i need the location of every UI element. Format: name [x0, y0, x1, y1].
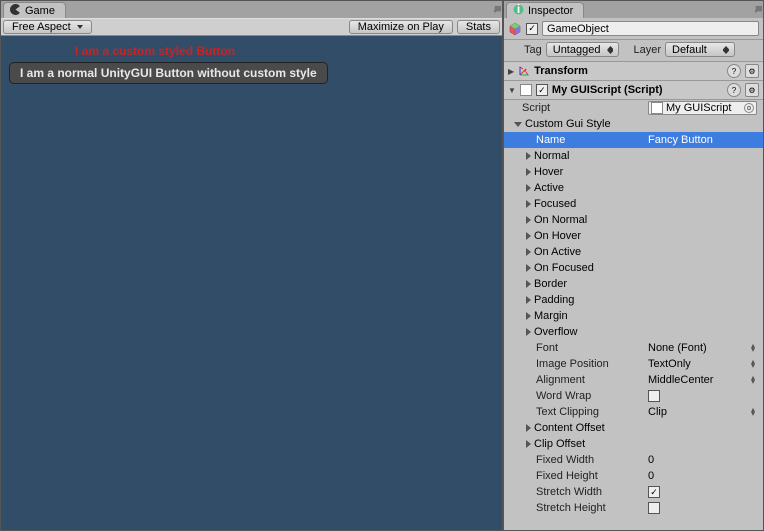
state-foldout-normal[interactable]: Normal [504, 148, 763, 164]
stepper-icon[interactable]: ▴▾ [749, 408, 757, 416]
layer-label: Layer [633, 44, 661, 56]
game-tab-label: Game [25, 5, 55, 17]
foldout-icon: ▼ [508, 86, 516, 95]
foldout-icon [526, 424, 531, 432]
state-foldout-active[interactable]: Active [504, 180, 763, 196]
foldout-icon [526, 296, 531, 304]
tag-label: Tag [524, 44, 542, 56]
foldout-icon [526, 200, 531, 208]
tag-dropdown[interactable]: Untagged [546, 42, 620, 57]
gameobject-icon [508, 22, 522, 36]
font-value[interactable]: None (Font) [648, 342, 749, 354]
state-foldout-overflow[interactable]: Overflow [504, 324, 763, 340]
foldout-icon [526, 280, 531, 288]
script-title: My GUIScript (Script) [552, 84, 723, 96]
state-foldout-border[interactable]: Border [504, 276, 763, 292]
alignment-value[interactable]: MiddleCenter [648, 374, 749, 386]
stretch-height-checkbox[interactable] [648, 502, 660, 514]
foldout-icon [526, 440, 531, 448]
image-position-value[interactable]: TextOnly [648, 358, 749, 370]
content-offset-foldout[interactable]: Content Offset [504, 420, 763, 436]
gear-icon[interactable]: ⚙ [745, 64, 759, 78]
foldout-icon [526, 312, 531, 320]
stats-button[interactable]: Stats [457, 20, 500, 34]
inspector-tab-label: Inspector [528, 5, 573, 17]
svg-text:i: i [517, 4, 520, 15]
fixed-height-value[interactable]: 0 [648, 470, 757, 482]
foldout-icon: ▶ [508, 67, 514, 76]
drag-handle-icon[interactable]: ▪▀ [754, 6, 760, 16]
inspector-tab[interactable]: i Inspector [506, 2, 584, 18]
foldout-icon [526, 328, 531, 336]
foldout-icon [526, 168, 531, 176]
fixed-width-value[interactable]: 0 [648, 454, 757, 466]
stepper-icon[interactable]: ▴▾ [749, 360, 757, 368]
aspect-dropdown[interactable]: Free Aspect [3, 20, 92, 34]
font-row: Font None (Font) ▴▾ [504, 340, 763, 356]
state-foldout-on-normal[interactable]: On Normal [504, 212, 763, 228]
custom-gui-style-foldout[interactable]: Custom Gui Style [504, 116, 763, 132]
object-picker-icon[interactable]: ⊙ [744, 103, 754, 113]
gameobject-header: ✓ [504, 18, 763, 40]
script-icon [651, 102, 663, 114]
transform-icon [518, 65, 530, 77]
stepper-icon[interactable]: ▴▾ [749, 376, 757, 384]
script-enabled-checkbox[interactable]: ✓ [536, 84, 548, 96]
stretch-height-row: Stretch Height [504, 500, 763, 516]
state-foldout-on-focused[interactable]: On Focused [504, 260, 763, 276]
custom-styled-button[interactable]: I am a custom styled Button [75, 44, 235, 58]
state-foldout-padding[interactable]: Padding [504, 292, 763, 308]
fixed-width-row: Fixed Width 0 [504, 452, 763, 468]
state-foldout-focused[interactable]: Focused [504, 196, 763, 212]
help-icon[interactable]: ? [727, 64, 741, 78]
game-tab-row: Game ▪▀ [1, 1, 502, 18]
text-clipping-value[interactable]: Clip [648, 406, 749, 418]
image-position-row: Image Position TextOnly ▴▾ [504, 356, 763, 372]
state-foldout-margin[interactable]: Margin [504, 308, 763, 324]
state-foldout-on-active[interactable]: On Active [504, 244, 763, 260]
maximize-button[interactable]: Maximize on Play [349, 20, 453, 34]
drag-handle-icon[interactable]: ▪▀ [493, 6, 499, 16]
transform-component-header[interactable]: ▶ Transform ? ⚙ [504, 62, 763, 81]
pacman-icon [10, 4, 21, 18]
script-component-header[interactable]: ▼ ✓ My GUIScript (Script) ? ⚙ [504, 81, 763, 100]
gameobject-active-checkbox[interactable]: ✓ [526, 23, 538, 35]
inspector-tab-row: i Inspector ▪▀ [504, 1, 763, 18]
foldout-icon [526, 216, 531, 224]
foldout-icon [526, 248, 531, 256]
game-tab[interactable]: Game [3, 2, 66, 18]
layer-dropdown[interactable]: Default [665, 42, 735, 57]
tag-layer-row: Tag Untagged Layer Default [504, 40, 763, 62]
foldout-icon [526, 232, 531, 240]
gear-icon[interactable]: ⚙ [745, 83, 759, 97]
name-field-row[interactable]: Name Fancy Button [504, 132, 763, 148]
fixed-height-row: Fixed Height 0 [504, 468, 763, 484]
foldout-icon [526, 152, 531, 160]
game-view: I am a custom styled Button I am a norma… [1, 36, 502, 530]
alignment-row: Alignment MiddleCenter ▴▾ [504, 372, 763, 388]
clip-offset-foldout[interactable]: Clip Offset [504, 436, 763, 452]
state-foldout-on-hover[interactable]: On Hover [504, 228, 763, 244]
stretch-width-row: Stretch Width ✓ [504, 484, 763, 500]
word-wrap-row: Word Wrap [504, 388, 763, 404]
gameobject-name-field[interactable] [542, 21, 759, 36]
help-icon[interactable]: ? [727, 83, 741, 97]
stepper-icon[interactable]: ▴▾ [749, 344, 757, 352]
game-toolbar: Free Aspect Maximize on Play Stats [1, 18, 502, 36]
script-object-field[interactable]: My GUIScript ⊙ [648, 101, 757, 115]
script-field-row: Script My GUIScript ⊙ [504, 100, 763, 116]
normal-gui-button[interactable]: I am a normal UnityGUI Button without cu… [9, 62, 328, 84]
stretch-width-checkbox[interactable]: ✓ [648, 486, 660, 498]
state-foldout-hover[interactable]: Hover [504, 164, 763, 180]
text-clipping-row: Text Clipping Clip ▴▾ [504, 404, 763, 420]
foldout-icon [514, 122, 522, 127]
script-icon [520, 84, 532, 96]
foldout-icon [526, 184, 531, 192]
word-wrap-checkbox[interactable] [648, 390, 660, 402]
transform-title: Transform [534, 65, 723, 77]
info-icon: i [513, 4, 524, 18]
foldout-icon [526, 264, 531, 272]
